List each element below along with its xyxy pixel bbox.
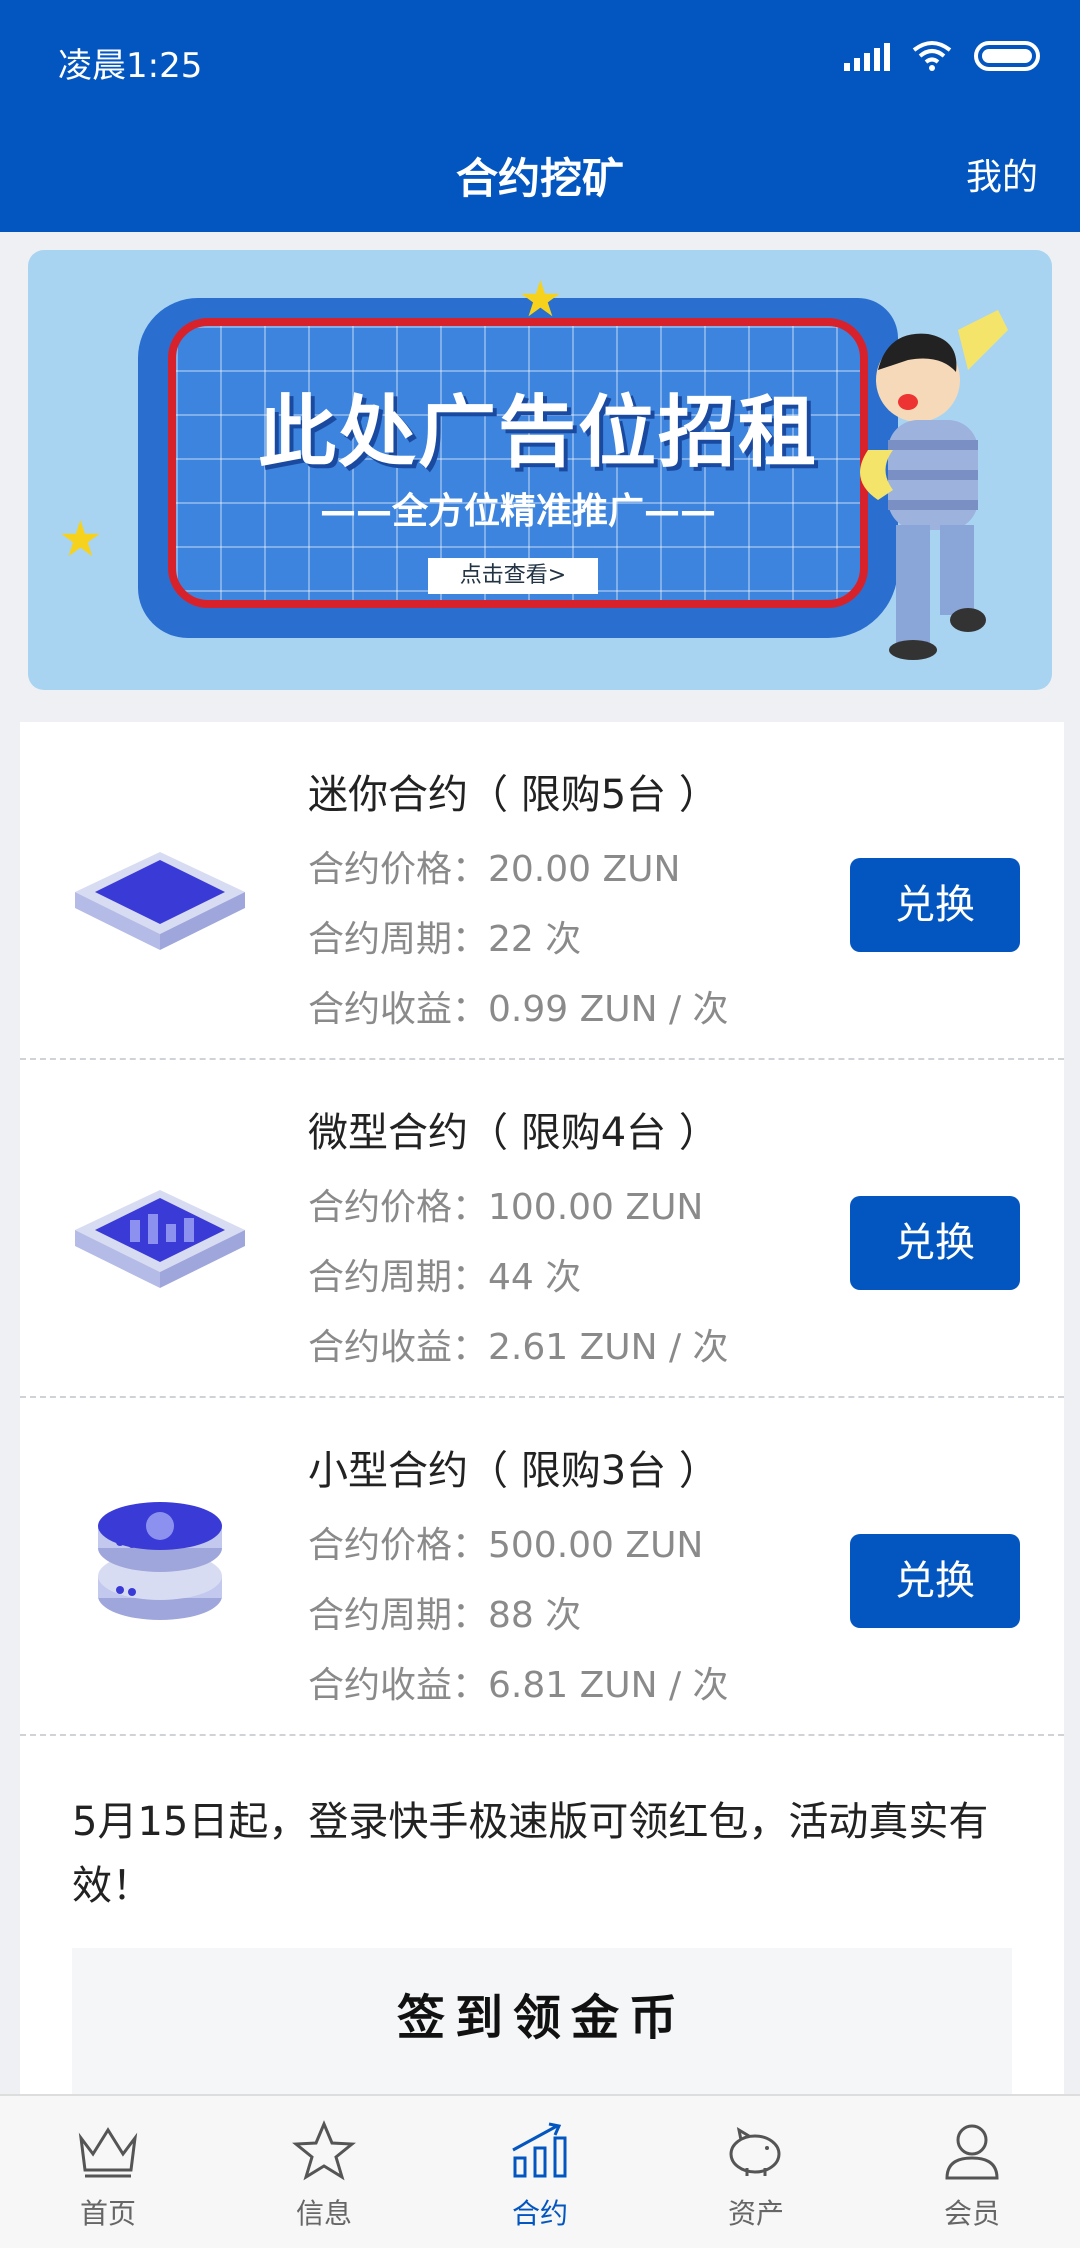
contract-income: 合约收益：6.81 ZUN / 次 — [308, 1665, 729, 1706]
notice-text: 5月15日起，登录快手极速版可领红包，活动真实有效！ — [72, 1799, 989, 1909]
contract-title: 迷你合约（ 限购5台 ） — [308, 772, 719, 818]
crown-icon — [78, 2127, 138, 2178]
tab-info[interactable]: 信息 — [216, 2096, 432, 2248]
contract-item: 小型合约（ 限购3台 ） 合约价格：500.00 ZUN 合约周期：88 次 合… — [20, 1398, 1064, 1736]
contract-income: 合约收益：0.99 ZUN / 次 — [308, 989, 729, 1030]
contract-title: 小型合约（ 限购3台 ） — [308, 1448, 719, 1494]
contract-period: 合约周期：44 次 — [308, 1257, 582, 1298]
banner-headline: 此处广告位招租 — [257, 388, 818, 478]
tab-home[interactable]: 首页 — [0, 2096, 216, 2248]
user-icon — [945, 2124, 999, 2180]
status-icons — [844, 40, 1040, 72]
wifi-icon — [912, 41, 952, 71]
star-icon: ★ — [58, 510, 103, 568]
banner-view-button[interactable]: 点击查看> — [428, 558, 598, 594]
status-time: 凌晨1:25 — [58, 46, 203, 86]
small-server-icon — [98, 1502, 222, 1620]
top-bar: 凌晨1:25 合约挖矿 我的 — [0, 0, 1080, 232]
tab-contract[interactable]: 合约 — [432, 2096, 648, 2248]
bottom-tab-bar: 首页 信息 合约 资产 会员 — [0, 2094, 1080, 2248]
signal-icon — [844, 41, 890, 71]
star-icon: ★ — [518, 270, 563, 328]
micro-chip-icon — [75, 1190, 245, 1288]
exchange-button[interactable]: 兑换 — [850, 858, 1020, 952]
contract-period: 合约周期：22 次 — [308, 919, 582, 960]
star-icon — [292, 2120, 356, 2181]
contract-income: 合约收益：2.61 ZUN / 次 — [308, 1327, 729, 1368]
cartoon-person-illustration — [860, 310, 1008, 660]
mini-chip-icon — [75, 852, 245, 950]
banner-subline: ——全方位精准推广—— — [319, 491, 716, 532]
chart-icon — [512, 2122, 567, 2178]
contract-list: 迷你合约（ 限购5台 ） 合约价格：20.00 ZUN 合约周期：22 次 合约… — [20, 722, 1064, 1738]
tab-label: 首页 — [79, 2197, 136, 2230]
contract-item: 迷你合约（ 限购5台 ） 合约价格：20.00 ZUN 合约周期：22 次 合约… — [20, 722, 1064, 1060]
contract-period: 合约周期：88 次 — [308, 1595, 582, 1636]
exchange-button[interactable]: 兑换 — [850, 1534, 1020, 1628]
contract-price: 合约价格：20.00 ZUN — [308, 849, 681, 890]
contract-price: 合约价格：500.00 ZUN — [308, 1525, 704, 1566]
tab-label: 会员 — [943, 2197, 1000, 2230]
tab-label: 信息 — [295, 2197, 352, 2230]
contract-price: 合约价格：100.00 ZUN — [308, 1187, 704, 1228]
tab-label: 资产 — [727, 2197, 784, 2230]
page-title: 合约挖矿 — [455, 154, 624, 203]
ad-banner[interactable]: ★ ★ 此处广告位招租 ——全方位精准推广—— 点击查看> — [28, 250, 1052, 690]
contract-title: 微型合约（ 限购4台 ） — [308, 1110, 719, 1156]
tab-member[interactable]: 会员 — [864, 2096, 1080, 2248]
tab-assets[interactable]: 资产 — [648, 2096, 864, 2248]
battery-icon — [974, 41, 1040, 71]
tab-label: 合约 — [511, 2197, 568, 2230]
mine-link[interactable]: 我的 — [966, 148, 1038, 200]
piggy-bank-icon — [729, 2126, 781, 2176]
signin-button[interactable]: 签到领金币 — [72, 1948, 1012, 2098]
exchange-button[interactable]: 兑换 — [850, 1196, 1020, 1290]
contract-item: 微型合约（ 限购4台 ） 合约价格：100.00 ZUN 合约周期：44 次 合… — [20, 1060, 1064, 1398]
